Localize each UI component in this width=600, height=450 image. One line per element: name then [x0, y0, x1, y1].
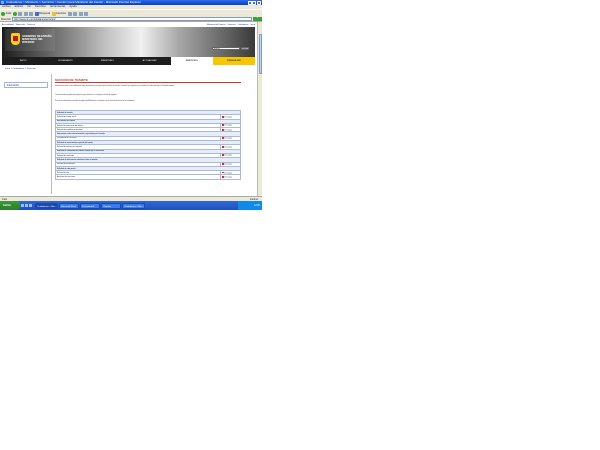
download-label: Descargar [224, 176, 232, 179]
coat-of-arms-icon [11, 33, 20, 45]
address-label: Dirección [1, 17, 11, 21]
stop-button[interactable] [18, 11, 23, 16]
download-label: Descargar [224, 137, 232, 140]
site-search: Buscar Buscar [212, 47, 249, 51]
main-nav: INICIO CIUDADANOS MINISTERIO ACTUALIDAD … [2, 57, 256, 65]
download-label: Descargar [224, 172, 232, 174]
task-button-1[interactable]: Ciudadanos > Min... [34, 202, 58, 209]
site-search-button[interactable]: Buscar [241, 47, 249, 51]
start-button[interactable]: Inicio [0, 201, 20, 210]
requirements-table: Solicitud de tramite Solicitud de tramite… [55, 109, 241, 180]
table-row: Anulacion de cita previa Descargar [55, 174, 241, 180]
download-label: Descargar [224, 163, 232, 166]
nav-inicio[interactable]: INICIO [2, 57, 44, 65]
close-button[interactable] [257, 0, 261, 5]
sidebar: Informacion [2, 74, 52, 194]
page-viewport: Accesibilidad Mapa web Contacto Minister… [0, 22, 257, 196]
star-icon [51, 11, 56, 16]
taskbar: Inicio Ciudadanos > Min... Microsoft Wor… [0, 201, 262, 210]
toolbar: Atrás Búsqueda Favoritos [0, 9, 262, 17]
intro-paragraph-2: Los formularios pueden descargarse y pre… [55, 94, 118, 96]
site-search-input[interactable]: Buscar [212, 47, 240, 51]
vertical-scrollbar[interactable] [257, 22, 262, 196]
mail-icon [73, 11, 77, 16]
ie-quick-icon[interactable] [24, 204, 28, 207]
task-button-3[interactable]: Documento1 [79, 202, 100, 209]
download-label: Descargar [224, 154, 232, 157]
breadcrumb[interactable]: Inicio > Ciudadanos > Servicios [5, 68, 36, 70]
back-button[interactable]: Atrás [1, 11, 11, 16]
refresh-button[interactable] [23, 11, 28, 16]
site-logo[interactable]: GOBIERNO DE ESPAÑA MINISTERIO DEL INTERI… [5, 29, 55, 51]
edit-icon [84, 11, 88, 16]
download-label: Descargar [224, 124, 232, 127]
download-label: Descargar [224, 146, 232, 149]
intro-paragraph-3: Para mas informacion consulte la pagina … [55, 100, 136, 102]
clock: 12:00 [254, 204, 260, 207]
site-banner: GOBIERNO DE ESPAÑA MINISTERIO DEL INTERI… [2, 27, 255, 57]
desktop-icon[interactable] [21, 204, 24, 207]
nav-prensa[interactable]: PRENSA MIR [212, 57, 256, 65]
download-link[interactable]: Descargar [220, 174, 241, 180]
mail-button[interactable] [73, 11, 77, 16]
nav-actualidad[interactable]: ACTUALIDAD [129, 57, 171, 65]
favorites-button[interactable]: Favoritos [51, 11, 66, 16]
outlook-icon[interactable] [28, 204, 32, 207]
minimize-button[interactable] [247, 0, 252, 5]
quick-launch [21, 204, 32, 207]
nav-ciudadanos[interactable]: CIUDADANOS [44, 57, 86, 65]
search-icon [34, 11, 39, 16]
sidebar-item-informacion[interactable]: Informacion [4, 82, 48, 88]
window-title: Ciudadanos > Ministerio > Servicios > Ge… [6, 0, 141, 4]
task-button-5[interactable]: Ciudadanos > Min... [121, 202, 145, 209]
download-label: Descargar [224, 129, 232, 132]
maximize-button[interactable] [252, 0, 257, 5]
forward-button[interactable] [12, 11, 17, 16]
download-label: Descargar [224, 116, 232, 119]
forward-arrow-icon [12, 11, 17, 16]
refresh-icon [23, 11, 28, 16]
intro-paragraph-1: Informacion sobre el procedimiento y doc… [55, 85, 175, 87]
back-arrow-icon [1, 11, 5, 16]
system-tray: 12:00 [238, 201, 262, 210]
window-controls [247, 0, 261, 5]
ie-icon [1, 1, 4, 4]
screenshot: Ciudadanos > Ministerio > Servicios > Ge… [0, 0, 262, 210]
nav-servicios[interactable]: SERVICIOS [170, 57, 213, 65]
task-button-4[interactable]: Carpeta [100, 202, 121, 209]
nav-ministerio[interactable]: MINISTERIO [86, 57, 128, 65]
home-button[interactable] [29, 11, 34, 16]
print-icon [78, 11, 83, 16]
address-input[interactable]: http://www.mir.es/ciudadanos/servicios/ [11, 17, 252, 21]
home-icon [29, 11, 34, 16]
stop-icon [18, 11, 23, 16]
logo-text: GOBIERNO DE ESPAÑA MINISTERIO DEL INTERI… [22, 35, 52, 45]
go-button[interactable]: Ir [253, 17, 262, 21]
task-button-2[interactable]: Microsoft Word [58, 202, 79, 209]
row-label: Anulacion de cita previa [55, 174, 221, 180]
edit-button[interactable] [84, 11, 88, 16]
main-content: SECCIÓN DE TRÁMITE Informacion sobre el … [55, 74, 242, 194]
print-button[interactable] [78, 11, 83, 16]
search-button[interactable]: Búsqueda [34, 11, 50, 16]
scrollbar-thumb[interactable] [258, 34, 262, 74]
history-icon [67, 11, 72, 16]
history-button[interactable] [67, 11, 72, 16]
